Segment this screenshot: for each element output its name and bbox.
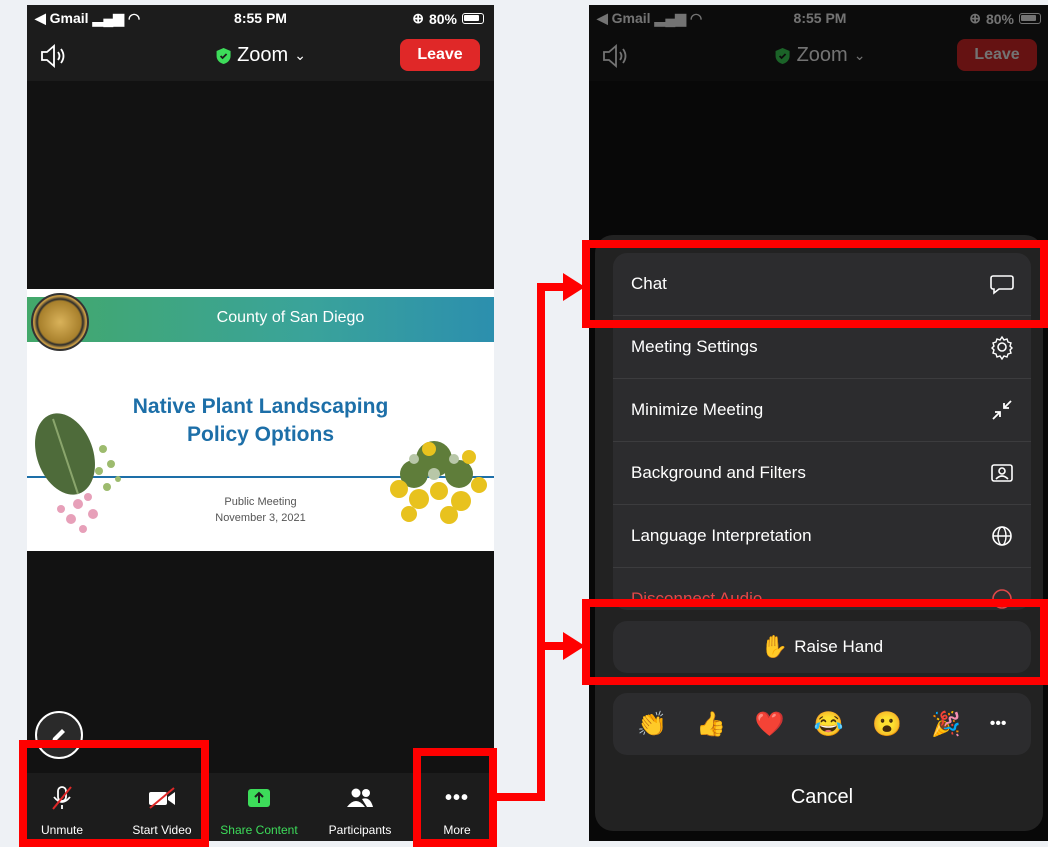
meeting-toolbar: Unmute Start Video Share Content Partici… <box>27 773 494 841</box>
connector-vertical <box>537 283 545 801</box>
unmute-label: Unmute <box>40 823 84 837</box>
party-reaction-icon[interactable]: 🎉 <box>931 710 961 739</box>
raised-hand-icon: ✋ <box>760 634 789 659</box>
menu-item-minimize-meeting-label: Minimize Meeting <box>631 400 764 419</box>
background-icon <box>991 464 1013 482</box>
clock: 8:55 PM <box>234 10 287 26</box>
muted-mic-icon <box>52 786 72 810</box>
plant-image-left <box>35 413 121 533</box>
video-off-icon <box>149 787 175 809</box>
meeting-screen: ◀ Gmail ▂▄▆ ◠ 8:55 PM ⊕ 80% Zoom ⌄ Leave Co… <box>27 5 494 841</box>
slide-header-band: County of San Diego <box>27 297 494 342</box>
menu-item-background-filters[interactable]: Background and Filters <box>613 442 1031 505</box>
slide-title-line1: Native Plant Landscaping <box>132 395 389 418</box>
menu-item-disconnect-audio-label: Disconnect Audio <box>631 589 763 608</box>
reactions-bar: 👏 👍 ❤️ 😂 😮 🎉 ••• <box>613 693 1031 755</box>
slide-title-line2: Policy Options <box>186 423 335 446</box>
rotation-lock-icon: ⊕ <box>412 10 424 26</box>
shared-slide: County of San Diego Native Plant Landsca… <box>27 289 494 551</box>
share-content-label: Share Content <box>220 823 298 837</box>
annotate-button[interactable] <box>35 711 83 759</box>
more-button[interactable]: ••• More <box>432 773 482 841</box>
menu-item-disconnect-audio[interactable]: Disconnect Audio <box>613 568 1031 610</box>
globe-icon <box>992 526 1012 546</box>
more-label: More <box>443 823 471 837</box>
leave-button[interactable]: Leave <box>400 39 480 71</box>
menu-item-chat-label: Chat <box>631 274 667 293</box>
slide-title: Native Plant Landscaping Policy Options <box>97 393 424 449</box>
status-bar: ◀ Gmail▂▄▆◠ 8:55 PM ⊕80% <box>27 5 494 31</box>
raise-hand-label: Raise Hand <box>794 637 884 656</box>
speaker-icon[interactable] <box>39 43 67 69</box>
menu-item-background-filters-label: Background and Filters <box>631 463 806 482</box>
meeting-title[interactable]: Zoom ⌄ <box>215 44 306 67</box>
arrow-to-raise-hand-icon <box>563 632 585 660</box>
more-reactions-icon[interactable]: ••• <box>990 715 1007 733</box>
raise-hand-button[interactable]: ✋ Raise Hand <box>613 621 1031 673</box>
unmute-button[interactable]: Unmute <box>31 773 93 841</box>
thumbs-up-reaction-icon[interactable]: 👍 <box>696 710 726 739</box>
clap-reaction-icon[interactable]: 👏 <box>637 710 667 739</box>
menu-item-meeting-settings-label: Meeting Settings <box>631 337 758 356</box>
signal-icon: ▂▄▆ <box>92 10 125 26</box>
menu-item-chat[interactable]: Chat <box>613 253 1031 316</box>
surprised-reaction-icon[interactable]: 😮 <box>872 710 902 739</box>
participants-button[interactable]: Participants <box>319 773 401 841</box>
more-menu-screen: ◀ Gmail▂▄▆◠ 8:55 PM ⊕80% Zoom ⌄ Leave Ch… <box>589 5 1048 841</box>
menu-item-language-interpretation[interactable]: Language Interpretation <box>613 505 1031 568</box>
plant-image-right <box>390 441 487 524</box>
more-menu-list: Chat Meeting Settings Minimize Meeting B… <box>613 253 1031 610</box>
disconnect-icon <box>992 589 1012 609</box>
meeting-title-label: Zoom <box>237 44 289 66</box>
minimize-icon <box>992 400 1012 420</box>
chevron-down-icon: ⌄ <box>294 47 306 63</box>
arrow-to-chat-icon <box>563 273 585 301</box>
chat-icon <box>990 275 1014 295</box>
participants-icon <box>347 788 373 807</box>
share-content-button[interactable]: Share Content <box>213 773 305 841</box>
wifi-icon: ◠ <box>128 10 141 26</box>
gear-icon <box>991 335 1013 360</box>
slide-header-text: County of San Diego <box>216 309 365 326</box>
cancel-button[interactable]: Cancel <box>613 775 1031 819</box>
menu-item-meeting-settings[interactable]: Meeting Settings <box>613 316 1031 379</box>
participants-label: Participants <box>328 823 392 837</box>
heart-reaction-icon[interactable]: ❤️ <box>755 710 785 739</box>
start-video-button[interactable]: Start Video <box>123 773 201 841</box>
pencil-icon <box>52 729 65 742</box>
battery-icon <box>462 13 484 24</box>
back-to-gmail-link[interactable]: ◀ Gmail <box>35 10 89 27</box>
start-video-label: Start Video <box>132 823 192 837</box>
laugh-reaction-icon[interactable]: 😂 <box>814 710 844 739</box>
battery-percent: 80% <box>428 10 457 27</box>
shield-icon <box>216 47 231 64</box>
more-menu-sheet: Chat Meeting Settings Minimize Meeting B… <box>595 235 1043 831</box>
county-seal-icon <box>31 293 89 351</box>
meeting-top-bar: Zoom ⌄ Leave <box>27 31 494 81</box>
menu-item-minimize-meeting[interactable]: Minimize Meeting <box>613 379 1031 442</box>
share-icon <box>248 789 270 807</box>
more-icon: ••• <box>444 786 469 809</box>
menu-item-language-interpretation-label: Language Interpretation <box>631 526 812 545</box>
